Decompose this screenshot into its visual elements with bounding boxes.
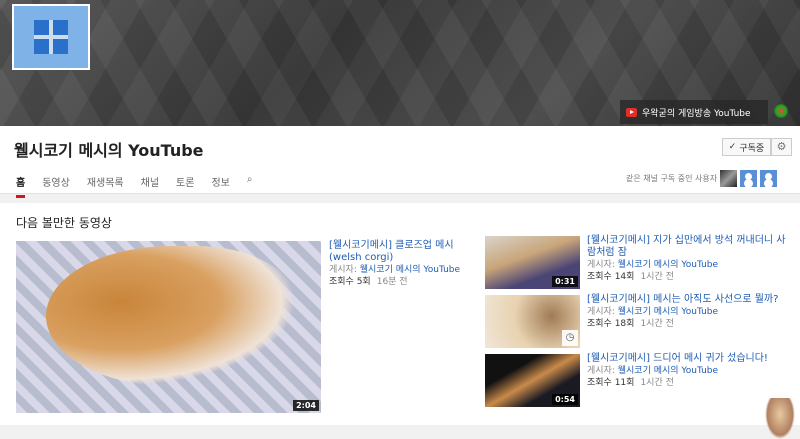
view-count: 조회수 18회 (587, 319, 635, 329)
upload-age: 1시간 전 (640, 378, 674, 388)
duration-badge: 2:04 (293, 400, 319, 411)
tab-discussion[interactable]: 토론 (176, 174, 194, 198)
tab-playlists[interactable]: 재생목록 (87, 174, 124, 198)
channel-link[interactable]: 웰시코기 메시의 YouTube (618, 366, 718, 376)
subscriber-avatar[interactable] (720, 170, 738, 187)
subscribers-label: 같은 채널 구독 중인 사용자 (626, 174, 718, 183)
subscriber-avatar[interactable] (740, 170, 758, 187)
tab-channels[interactable]: 채널 (141, 174, 159, 198)
channel-link[interactable]: 웰시코기 메시의 YouTube (618, 307, 718, 317)
video-meta: [웰시코기메시] 메시는 아직도 사선으로 뭘까? 게시자: 웰시코기 메시의 … (587, 294, 792, 330)
duration-badge: 0:54 (552, 394, 578, 405)
channel-link[interactable]: 웰시코기 메시의 YouTube (618, 260, 718, 270)
by-label: 게시자: (587, 366, 615, 376)
video-meta: [웰시코기메시] 드디어 메시 귀가 섰습니다! 게시자: 웰시코기 메시의 Y… (587, 353, 792, 389)
channel-banner: 우왁굳의 게임방송 YouTube (0, 0, 800, 126)
featured-meta: [웰시코기메시] 클로즈업 메시 (welsh corgi) 게시자: 웰시코기… (329, 240, 479, 288)
subscribe-label: 구독중 (739, 143, 765, 154)
channel-avatar[interactable] (12, 4, 90, 70)
video-title-link[interactable]: [웰시코기메시] 클로즈업 메시 (welsh corgi) (329, 240, 479, 264)
watch-later-icon[interactable]: ◷ (562, 330, 578, 346)
video-meta: [웰시코기메시] 지가 십만에서 방석 꺼내더니 사람처럼 잠 게시자: 웰시코… (587, 235, 792, 283)
channel-tabs: 홈 동영상 재생목록 채널 토론 정보 ⌕ (16, 174, 252, 198)
by-label: 게시자: (587, 307, 615, 317)
tab-videos[interactable]: 동영상 (42, 174, 70, 198)
shared-subscribers: 같은 채널 구독 중인 사용자 (626, 170, 778, 187)
youtube-icon (626, 107, 637, 117)
featured-thumbnail[interactable]: 2:04 (16, 241, 321, 413)
view-count: 조회수 11회 (587, 378, 635, 388)
by-label: 게시자: (587, 260, 615, 270)
channel-link[interactable]: 웰시코기 메시의 YouTube (360, 265, 460, 275)
section-title: 다음 볼만한 동영상 (16, 216, 112, 230)
page-title: 웰시코기 메시의 YouTube (14, 141, 204, 160)
view-count: 조회수 14회 (587, 272, 635, 282)
banner-link-label: 우왁굳의 게임방송 YouTube (642, 108, 751, 119)
video-thumbnail[interactable]: 0:31 (485, 236, 580, 289)
subscribe-button[interactable]: ✓ 구독중 (722, 138, 771, 156)
duration-badge: 0:31 (552, 276, 578, 287)
upload-age: 16분 전 (376, 277, 408, 287)
upload-age: 1시간 전 (640, 319, 674, 329)
video-title-link[interactable]: [웰시코기메시] 드디어 메시 귀가 섰습니다! (587, 353, 792, 365)
upload-age: 1시간 전 (640, 272, 674, 282)
check-icon: ✓ (728, 142, 737, 152)
social-link-icon[interactable] (774, 104, 788, 118)
streamer-cam-overlay (765, 398, 795, 439)
video-thumbnail[interactable]: 0:54 (485, 354, 580, 407)
by-label: 게시자: (329, 265, 357, 275)
banner-link[interactable]: 우왁굳의 게임방송 YouTube (620, 100, 768, 124)
video-title-link[interactable]: [웰시코기메시] 메시는 아직도 사선으로 뭘까? (587, 294, 792, 306)
video-title-link[interactable]: [웰시코기메시] 지가 십만에서 방석 꺼내더니 사람처럼 잠 (587, 235, 792, 259)
tab-home[interactable]: 홈 (16, 174, 26, 198)
video-thumbnail[interactable]: ◷ (485, 295, 580, 348)
search-icon[interactable]: ⌕ (247, 174, 253, 198)
view-count: 조회수 5회 (329, 277, 371, 287)
subscriber-avatar[interactable] (760, 170, 778, 187)
tab-about[interactable]: 정보 (211, 174, 229, 198)
gift-icon (34, 20, 68, 54)
page-footer-gap (0, 425, 800, 439)
gear-icon[interactable]: ⚙ (771, 138, 792, 156)
